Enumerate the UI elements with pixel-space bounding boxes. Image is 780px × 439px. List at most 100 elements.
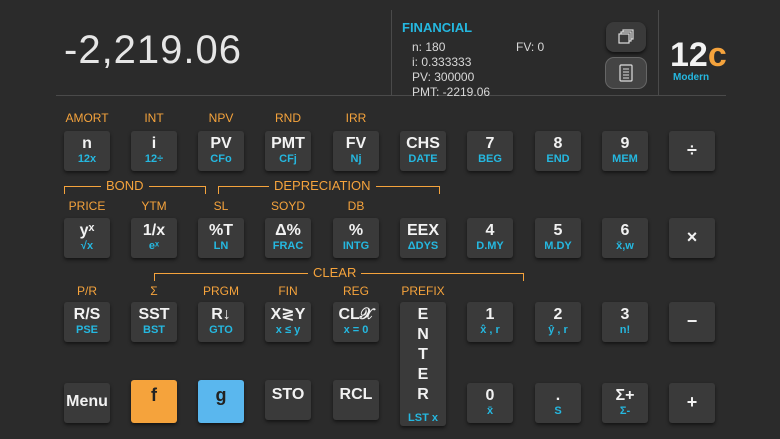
key-chs-g: DATE (408, 153, 438, 165)
key-7[interactable]: 7 BEG (467, 131, 513, 171)
key-9-g: MEM (612, 153, 638, 165)
key-sto[interactable]: STO (265, 380, 311, 420)
key-multiply[interactable]: × (669, 218, 715, 258)
display-bottom-line (56, 95, 726, 96)
register-i: i: 0.333333 (412, 55, 472, 69)
key-1-g: x̂ , r (480, 324, 500, 336)
key-pmt-g: CFj (279, 153, 297, 165)
key-divide[interactable]: ÷ (669, 131, 715, 171)
menu-button[interactable]: Menu (64, 383, 110, 423)
enter-letter-e2: E (417, 366, 429, 383)
key-i-label: i (151, 135, 157, 152)
key-reciprocal[interactable]: 1/x eˣ (131, 218, 177, 258)
key-0[interactable]: 0 x̄ (467, 383, 513, 423)
key-percent-total[interactable]: %T LN (198, 218, 244, 258)
key-n-label: n (82, 135, 92, 152)
key-percent[interactable]: % INTG (333, 218, 379, 258)
f-label-irr: IRR (345, 111, 367, 125)
key-clx-label: CL𝒳 (338, 306, 374, 323)
key-roll-down-g: GTO (209, 324, 233, 336)
logo-accent: c (707, 36, 727, 74)
key-percent-total-label: %T (209, 222, 233, 239)
key-sst[interactable]: SST BST (131, 302, 177, 342)
register-pv: PV: 300000 (412, 70, 475, 84)
key-9[interactable]: 9 MEM (602, 131, 648, 171)
key-eex-label: EEX (406, 222, 439, 239)
key-n[interactable]: n 12x (64, 131, 110, 171)
key-0-g: x̄ (486, 405, 494, 417)
enter-letter-n: N (417, 326, 429, 343)
enter-letter-t: T (418, 346, 428, 363)
display-divider (391, 10, 392, 96)
key-clx-g: x = 0 (343, 324, 369, 336)
key-3[interactable]: 3 n! (602, 302, 648, 342)
key-rs[interactable]: R/S PSE (64, 302, 110, 342)
key-eex[interactable]: EEX ΔDYS (400, 218, 446, 258)
key-yx[interactable]: yˣ √x (64, 218, 110, 258)
logo-divider (658, 10, 659, 96)
key-7-g: BEG (478, 153, 502, 165)
key-swap-xy-g: x ≤ y (275, 324, 301, 336)
key-2[interactable]: 2ŷ , r (535, 302, 581, 342)
key-sst-label: SST (138, 306, 170, 323)
key-4-g: D.MY (476, 240, 504, 252)
memo-button[interactable] (606, 58, 646, 88)
key-minus[interactable]: − (669, 302, 715, 342)
key-i[interactable]: i 12÷ (131, 131, 177, 171)
key-pmt-label: PMT (271, 135, 305, 152)
register-fv: FV: 0 (516, 40, 545, 54)
key-sigma-plus[interactable]: Σ+ Σ- (602, 383, 648, 423)
key-delta-percent[interactable]: Δ% FRAC (265, 218, 311, 258)
key-6-label: 6 (620, 222, 630, 239)
register-n: n: 180 (412, 40, 446, 54)
key-decimal-g: S (554, 405, 562, 417)
key-2-g: ŷ , r (548, 324, 568, 336)
key-rcl[interactable]: RCL (333, 380, 379, 420)
key-8-g: END (546, 153, 570, 165)
logo-subtitle: Modern (673, 72, 710, 83)
f-label-db: DB (347, 199, 365, 213)
key-percent-total-g: LN (213, 240, 229, 252)
key-roll-down[interactable]: R↓ GTO (198, 302, 244, 342)
key-9-label: 9 (620, 135, 630, 152)
key-pv[interactable]: PV CFo (198, 131, 244, 171)
key-sst-g: BST (143, 324, 165, 336)
key-sigma-plus-label: Σ+ (615, 387, 635, 404)
key-enter[interactable]: E N T E R LST x (400, 302, 446, 426)
key-f[interactable]: f (131, 380, 177, 423)
key-5[interactable]: 5 M.DY (535, 218, 581, 258)
key-delta-percent-g: FRAC (272, 240, 304, 252)
key-percent-label: % (348, 222, 364, 239)
key-fv-g: Nj (350, 153, 362, 165)
key-sto-label: STO (271, 386, 305, 403)
key-6-g: x̄,w (616, 240, 634, 252)
f-label-prefix: PREFIX (401, 284, 445, 298)
register-pmt: PMT: -2219.06 (412, 85, 491, 97)
key-chs[interactable]: CHS DATE (400, 131, 446, 171)
copy-button[interactable] (606, 22, 646, 52)
key-pv-label: PV (210, 135, 232, 152)
key-rs-g: PSE (75, 324, 98, 336)
key-g[interactable]: g (198, 380, 244, 423)
key-8[interactable]: 8 END (535, 131, 581, 171)
key-6[interactable]: 6 x̄,w (602, 218, 648, 258)
clear-label: CLEAR (308, 265, 362, 280)
key-multiply-label: × (686, 227, 698, 247)
key-fv[interactable]: FV Nj (333, 131, 379, 171)
key-swap-xy[interactable]: X≷Y x ≤ y (265, 302, 311, 342)
app-logo: 12c (670, 36, 727, 75)
key-decimal[interactable]: .S (535, 383, 581, 423)
enter-letter-r: R (417, 386, 429, 403)
registers-title: FINANCIAL (402, 20, 473, 35)
key-plus[interactable]: + (669, 383, 715, 423)
key-4[interactable]: 4 D.MY (467, 218, 513, 258)
key-fv-label: FV (345, 135, 367, 152)
key-chs-label: CHS (406, 135, 440, 152)
key-clx[interactable]: CL𝒳 x = 0 (333, 302, 379, 342)
key-sigma-plus-g: Σ- (619, 405, 631, 417)
key-rs-label: R/S (73, 306, 101, 323)
menu-button-label: Menu (66, 393, 108, 410)
key-pmt[interactable]: PMT CFj (265, 131, 311, 171)
key-1[interactable]: 1 x̂ , r (467, 302, 513, 342)
key-5-label: 5 (553, 222, 563, 239)
